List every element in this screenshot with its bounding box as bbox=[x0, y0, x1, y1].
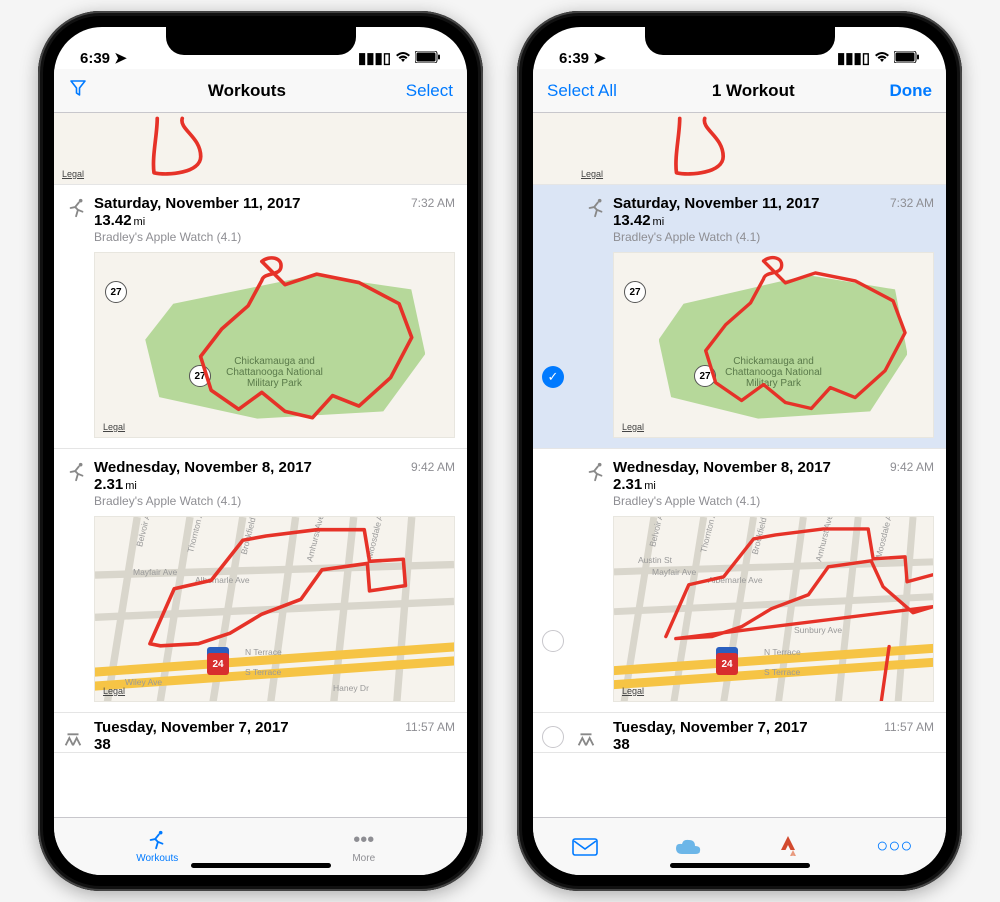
workout-time: 11:57 AM bbox=[884, 719, 934, 734]
notch bbox=[645, 27, 835, 55]
running-icon bbox=[60, 195, 94, 219]
workout-unit: mi bbox=[134, 216, 146, 228]
more-icon: ○○○ bbox=[876, 836, 912, 858]
workout-date: Tuesday, November 7, 2017 bbox=[94, 719, 405, 736]
mail-icon bbox=[572, 836, 598, 858]
map-preview[interactable]: 24 Belvoir Ave Thornton Ave Brookfield A… bbox=[94, 516, 455, 702]
workout-source: Bradley's Apple Watch (4.1) bbox=[94, 230, 411, 244]
legal-link[interactable]: Legal bbox=[622, 686, 644, 696]
workout-time: 9:42 AM bbox=[411, 459, 455, 474]
workout-row[interactable]: Tuesday, November 7, 2017 38 11:57 AM bbox=[533, 713, 946, 753]
checkbox-unchecked[interactable] bbox=[542, 726, 564, 748]
phone-right: 6:39 ➤ ▮▮▮▯ Select All 1 Workout Done Le… bbox=[517, 11, 962, 891]
legal-link[interactable]: Legal bbox=[62, 169, 84, 179]
home-indicator[interactable] bbox=[670, 863, 810, 868]
home-indicator[interactable] bbox=[191, 863, 331, 868]
workout-row[interactable]: Tuesday, November 7, 2017 38 11:57 AM bbox=[54, 713, 467, 753]
wifi-icon bbox=[395, 50, 411, 67]
status-time: 6:39 bbox=[80, 50, 110, 67]
map-preview-partial[interactable]: Legal bbox=[54, 113, 467, 185]
notch bbox=[166, 27, 356, 55]
done-button[interactable]: Done bbox=[890, 81, 933, 101]
checkbox-checked[interactable]: ✓ bbox=[542, 366, 564, 388]
legal-link[interactable]: Legal bbox=[103, 686, 125, 696]
map-preview[interactable]: 27 27 Chickamauga and Chattanooga Nation… bbox=[613, 252, 934, 438]
map-preview[interactable]: 24 Belvoir Ave Thornton Ave Brookfield A… bbox=[613, 516, 934, 702]
workout-list[interactable]: Legal ✓ Saturday, November 11, 2017 13.4… bbox=[533, 113, 946, 817]
running-icon bbox=[579, 459, 613, 483]
running-icon bbox=[579, 195, 613, 219]
wifi-icon bbox=[874, 50, 890, 67]
workout-source: Bradley's Apple Watch (4.1) bbox=[94, 494, 411, 508]
checkbox-unchecked[interactable] bbox=[542, 630, 564, 652]
legal-link[interactable]: Legal bbox=[581, 169, 603, 179]
location-icon: ➤ bbox=[114, 50, 127, 67]
workout-type-icon bbox=[62, 727, 84, 754]
map-preview-partial[interactable]: Legal bbox=[533, 113, 946, 185]
workout-source: Bradley's Apple Watch (4.1) bbox=[613, 230, 890, 244]
workout-date: Wednesday, November 8, 2017 bbox=[94, 459, 411, 476]
workout-distance: 2.31 bbox=[94, 476, 123, 493]
running-icon bbox=[60, 459, 94, 483]
workout-date: Wednesday, November 8, 2017 bbox=[613, 459, 890, 476]
screen: 6:39 ➤ ▮▮▮▯ Select All 1 Workout Done Le… bbox=[533, 27, 946, 875]
battery-icon bbox=[894, 50, 920, 67]
workout-row[interactable]: Wednesday, November 8, 2017 2.31mi Bradl… bbox=[533, 449, 946, 713]
workout-row[interactable]: Wednesday, November 8, 2017 2.31mi Bradl… bbox=[54, 449, 467, 713]
workout-type-icon bbox=[575, 727, 597, 754]
strava-icon bbox=[781, 836, 801, 858]
cloud-icon bbox=[674, 836, 702, 858]
workout-source: Bradley's Apple Watch (4.1) bbox=[613, 494, 890, 508]
phone-left: 6:39 ➤ ▮▮▮▯ Workouts Select Legal Saturd… bbox=[38, 11, 483, 891]
select-all-button[interactable]: Select All bbox=[547, 81, 617, 101]
navbar: Workouts Select bbox=[54, 69, 467, 113]
tab-label: More bbox=[352, 853, 375, 864]
map-preview[interactable]: 27 27 Chickamauga and Chattanooga Nation… bbox=[94, 252, 455, 438]
signal-icon: ▮▮▮▯ bbox=[837, 49, 870, 67]
status-time: 6:39 bbox=[559, 50, 589, 67]
workout-time: 7:32 AM bbox=[890, 195, 934, 210]
workout-distance: 13.42 bbox=[94, 212, 132, 229]
filter-button[interactable] bbox=[68, 78, 88, 103]
navbar: Select All 1 Workout Done bbox=[533, 69, 946, 113]
workout-date: Saturday, November 11, 2017 bbox=[94, 195, 411, 212]
workout-row[interactable]: Saturday, November 11, 2017 13.42mi Brad… bbox=[54, 185, 467, 449]
legal-link[interactable]: Legal bbox=[622, 422, 644, 432]
page-title: Workouts bbox=[208, 81, 286, 101]
more-icon: ••• bbox=[353, 829, 374, 851]
workout-time: 7:32 AM bbox=[411, 195, 455, 210]
signal-icon: ▮▮▮▯ bbox=[358, 49, 391, 67]
workout-list[interactable]: Legal Saturday, November 11, 2017 13.42m… bbox=[54, 113, 467, 817]
select-button[interactable]: Select bbox=[406, 81, 453, 101]
workout-row[interactable]: ✓ Saturday, November 11, 2017 13.42mi Br… bbox=[533, 185, 946, 449]
location-icon: ➤ bbox=[593, 50, 606, 67]
running-icon bbox=[145, 829, 169, 851]
legal-link[interactable]: Legal bbox=[103, 422, 125, 432]
workout-time: 11:57 AM bbox=[405, 719, 455, 752]
email-button[interactable] bbox=[533, 818, 636, 875]
more-button[interactable]: ○○○ bbox=[843, 818, 946, 875]
workout-date: Tuesday, November 7, 2017 bbox=[613, 719, 884, 736]
workout-time: 9:42 AM bbox=[890, 459, 934, 474]
workout-date: Saturday, November 11, 2017 bbox=[613, 195, 890, 212]
workout-unit: mi bbox=[125, 480, 137, 492]
page-title: 1 Workout bbox=[712, 81, 795, 101]
screen: 6:39 ➤ ▮▮▮▯ Workouts Select Legal Saturd… bbox=[54, 27, 467, 875]
tab-label: Workouts bbox=[136, 853, 178, 864]
battery-icon bbox=[415, 50, 441, 67]
